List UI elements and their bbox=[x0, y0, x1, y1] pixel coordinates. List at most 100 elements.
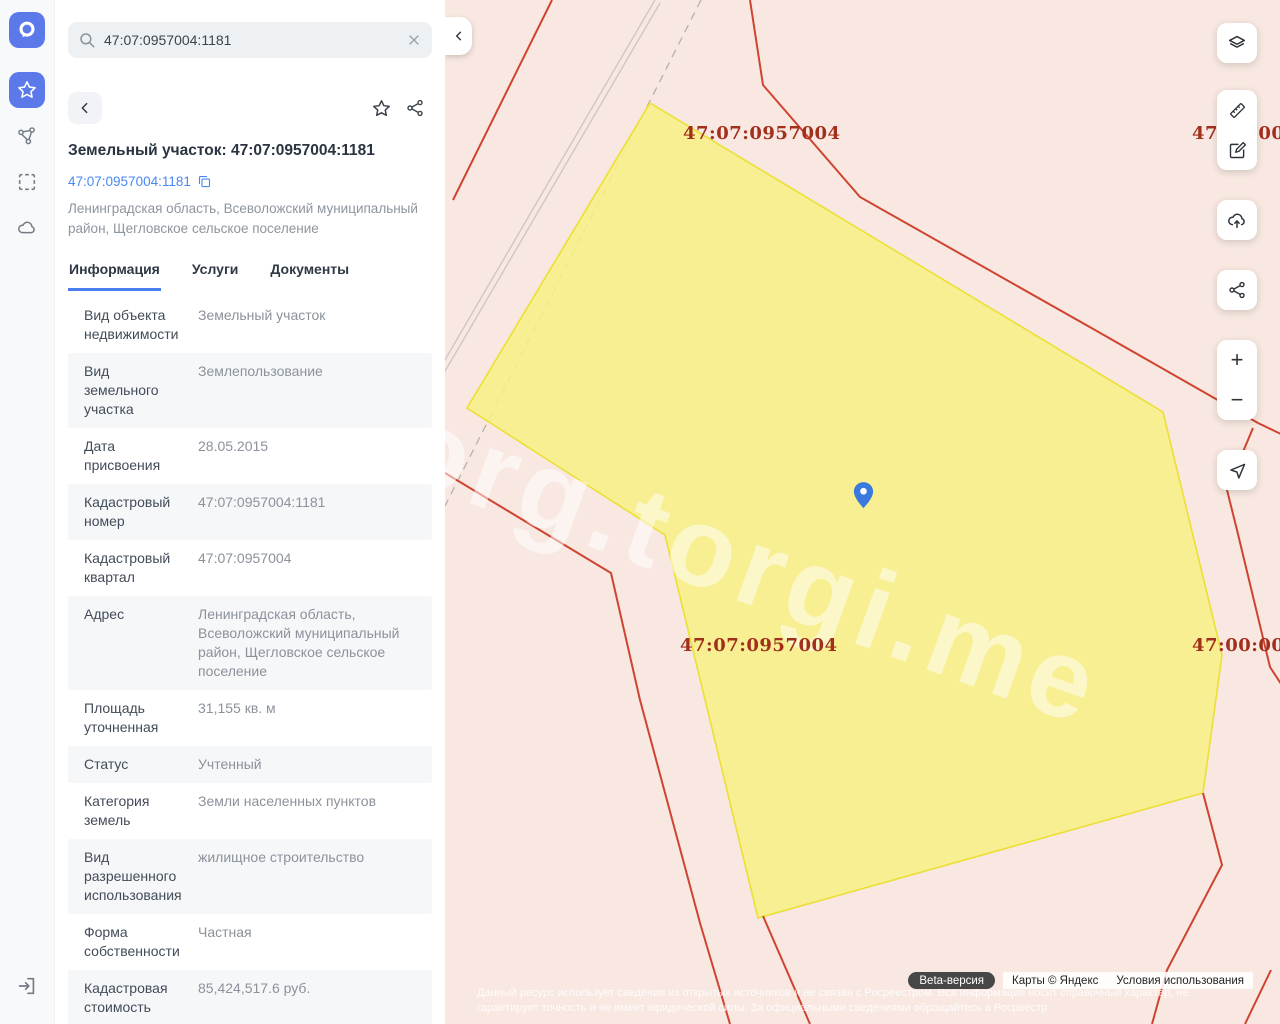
disclaimer-line: гарантирует точность и не имеет юридичес… bbox=[477, 1001, 1257, 1016]
zoom-out-button[interactable]: − bbox=[1217, 380, 1257, 420]
collapse-panel-button[interactable] bbox=[445, 17, 472, 55]
yandex-maps-link[interactable]: Карты © Яндекс bbox=[1012, 975, 1098, 987]
row-label: Вид объекта недвижимости bbox=[84, 306, 198, 344]
row-value: Частная bbox=[198, 923, 416, 961]
search-icon bbox=[78, 31, 96, 49]
measure-edit-group bbox=[1217, 90, 1257, 170]
row-label: Категория земель bbox=[84, 792, 198, 830]
map-attribution: Beta-версия Карты © Яндекс Условия испол… bbox=[908, 972, 1253, 989]
row-value: Земли населенных пунктов bbox=[198, 792, 416, 830]
layers-icon bbox=[1226, 32, 1248, 54]
row-value: 47:07:0957004:1181 bbox=[198, 493, 416, 531]
sign-in-button[interactable] bbox=[9, 968, 45, 1004]
object-address: Ленинградская область, Всеволожский муни… bbox=[68, 199, 432, 239]
tab-services[interactable]: Услуги bbox=[191, 255, 240, 291]
table-row: Форма собственностиЧастная bbox=[68, 914, 432, 970]
row-value: 31,155 кв. м bbox=[198, 699, 416, 737]
minus-icon: − bbox=[1231, 389, 1244, 411]
row-label: Площадь уточненная bbox=[84, 699, 198, 737]
row-value: Земельный участок bbox=[198, 306, 416, 344]
plus-icon: + bbox=[1231, 349, 1244, 371]
star-outline-icon bbox=[371, 98, 392, 119]
ruler-icon bbox=[1227, 100, 1248, 121]
upload-button[interactable] bbox=[1217, 200, 1257, 240]
cadastral-link-row: 47:07:0957004:1181 bbox=[68, 174, 432, 189]
share-icon bbox=[405, 98, 425, 118]
table-row: Категория земельЗемли населенных пунктов bbox=[68, 783, 432, 839]
row-value: Учтенный bbox=[198, 755, 416, 774]
cadastral-number-link[interactable]: 47:07:0957004:1181 bbox=[68, 174, 191, 189]
copy-icon[interactable] bbox=[197, 174, 212, 189]
icon-rail bbox=[0, 0, 55, 1024]
locate-button[interactable] bbox=[1217, 450, 1257, 490]
info-table: Вид объекта недвижимостиЗемельный участо… bbox=[68, 297, 432, 1024]
details-panel: Земельный участок: 47:07:0957004:1181 47… bbox=[55, 0, 445, 1024]
edit-button[interactable] bbox=[1217, 130, 1257, 170]
row-label: Статус bbox=[84, 755, 198, 774]
row-label: Кадастровый квартал bbox=[84, 549, 198, 587]
zoom-in-button[interactable]: + bbox=[1217, 340, 1257, 380]
sidebar-item-polygon-layers[interactable] bbox=[9, 118, 45, 154]
cloud-icon bbox=[16, 217, 38, 239]
measure-button[interactable] bbox=[1217, 90, 1257, 130]
favorite-button[interactable] bbox=[364, 92, 398, 124]
map-pin-icon bbox=[850, 481, 877, 513]
row-label: Адрес bbox=[84, 605, 198, 681]
page-title: Земельный участок: 47:07:0957004:1181 bbox=[68, 142, 432, 160]
clear-search-icon[interactable] bbox=[406, 32, 422, 48]
map-disclaimer: Данный ресурс использует сведения из отк… bbox=[477, 986, 1257, 1016]
dashed-square-icon bbox=[16, 171, 38, 193]
cloud-upload-icon bbox=[1226, 209, 1248, 231]
sign-in-icon bbox=[16, 975, 38, 997]
tab-documents[interactable]: Документы bbox=[269, 255, 350, 291]
layers-button[interactable] bbox=[1217, 23, 1257, 63]
table-row: Вид разрешенного использованияжилищное с… bbox=[68, 839, 432, 914]
terms-link[interactable]: Условия использования bbox=[1116, 975, 1244, 987]
map-controls: + − bbox=[1217, 23, 1257, 490]
row-value: 28.05.2015 bbox=[198, 437, 416, 475]
chevron-left-icon bbox=[452, 29, 466, 43]
row-value: 85,424,517.6 руб. bbox=[198, 979, 416, 1017]
table-row: Кадастровая стоимость85,424,517.6 руб. bbox=[68, 970, 432, 1024]
sidebar-item-favorites[interactable] bbox=[9, 72, 45, 108]
row-value: Ленинградская область, Всеволожский муни… bbox=[198, 605, 416, 681]
table-row: Кадастровый квартал47:07:0957004 bbox=[68, 540, 432, 596]
row-label: Дата присвоения bbox=[84, 437, 198, 475]
edit-icon bbox=[1227, 140, 1248, 161]
table-row: Кадастровый номер47:07:0957004:1181 bbox=[68, 484, 432, 540]
share-button[interactable] bbox=[398, 92, 432, 124]
table-row: СтатусУчтенный bbox=[68, 746, 432, 783]
share-icon bbox=[1227, 280, 1247, 300]
table-row: Вид земельного участкаЗемлепользование bbox=[68, 353, 432, 428]
row-label: Кадастровый номер bbox=[84, 493, 198, 531]
polygon-network-icon bbox=[16, 125, 38, 147]
tab-info[interactable]: Информация bbox=[68, 255, 161, 291]
attribution-bar: Карты © Яндекс Условия использования bbox=[1003, 972, 1253, 989]
row-label: Вид разрешенного использования bbox=[84, 848, 198, 905]
back-button[interactable] bbox=[68, 92, 102, 124]
chevron-left-icon bbox=[77, 100, 93, 116]
sidebar-item-cloud[interactable] bbox=[9, 210, 45, 246]
panel-header bbox=[68, 92, 432, 124]
navigation-arrow-icon bbox=[1227, 460, 1248, 481]
table-row: Площадь уточненная31,155 кв. м bbox=[68, 690, 432, 746]
search-input[interactable] bbox=[104, 32, 398, 48]
app-root: Земельный участок: 47:07:0957004:1181 47… bbox=[0, 0, 1280, 1024]
beta-badge: Beta-версия bbox=[908, 972, 995, 989]
tabs: Информация Услуги Документы bbox=[68, 255, 432, 291]
app-logo[interactable] bbox=[9, 12, 45, 48]
row-label: Кадастровая стоимость bbox=[84, 979, 198, 1017]
table-row: Дата присвоения28.05.2015 bbox=[68, 428, 432, 484]
row-label: Форма собственности bbox=[84, 923, 198, 961]
map-share-button[interactable] bbox=[1217, 270, 1257, 310]
row-label: Вид земельного участка bbox=[84, 362, 198, 419]
map[interactable]: org.torgi.me 47:07:0957004 47:00:000 47:… bbox=[445, 0, 1280, 1024]
search-bar bbox=[68, 22, 432, 58]
logo-mark-icon bbox=[16, 19, 38, 41]
star-icon bbox=[16, 79, 38, 101]
sidebar-item-area-select[interactable] bbox=[9, 164, 45, 200]
table-row: АдресЛенинградская область, Всеволожский… bbox=[68, 596, 432, 690]
row-value: жилищное строительство bbox=[198, 848, 416, 905]
zoom-group: + − bbox=[1217, 340, 1257, 420]
table-row: Вид объекта недвижимостиЗемельный участо… bbox=[68, 297, 432, 353]
